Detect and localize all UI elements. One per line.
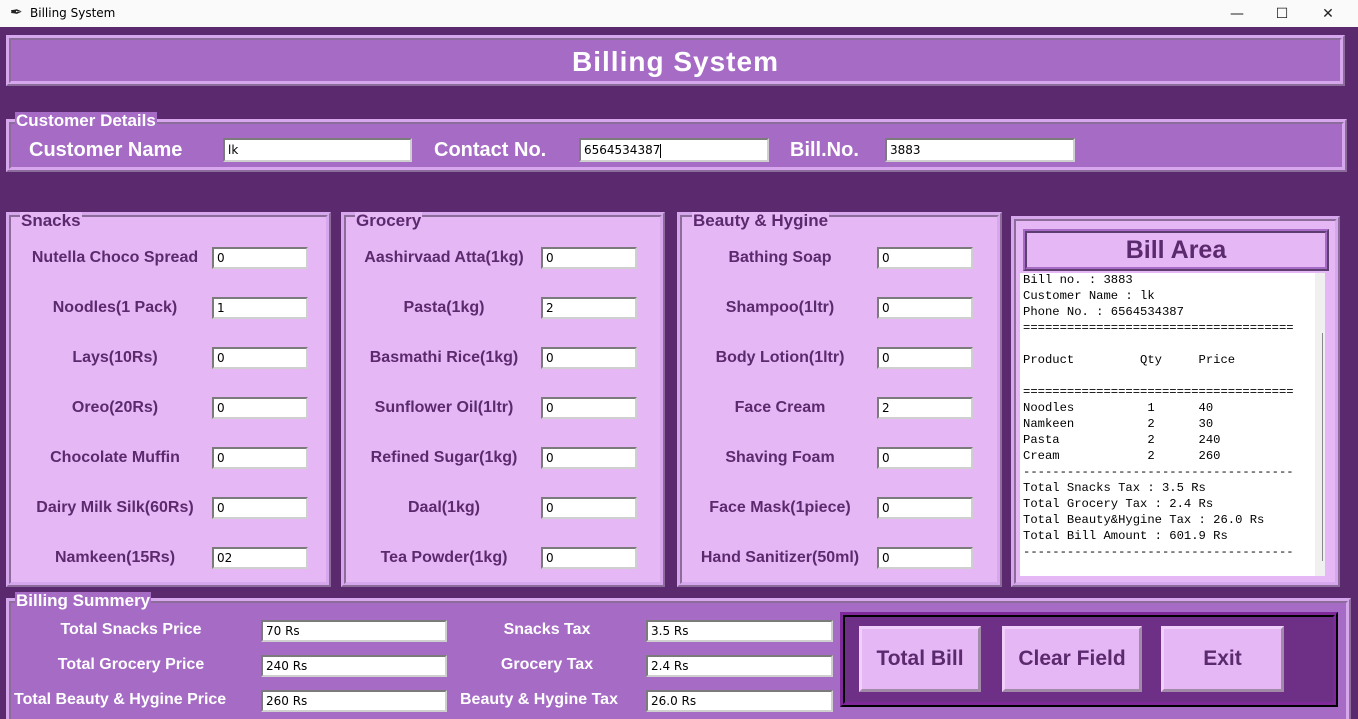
bill-area-title: Bill Area bbox=[1023, 229, 1329, 271]
exit-button[interactable]: Exit bbox=[1161, 626, 1284, 692]
beauty-tax-label: Beauty & Hygine Tax bbox=[460, 691, 618, 708]
bill-no-input[interactable]: 3883 bbox=[885, 138, 1075, 162]
beauty-qty-input[interactable]: 2 bbox=[877, 397, 973, 419]
grocery-qty-input[interactable]: 0 bbox=[541, 547, 637, 569]
snacks-qty-input[interactable]: 02 bbox=[212, 547, 308, 569]
grocery-legend: Grocery bbox=[355, 211, 423, 230]
beauty-qty-input[interactable]: 0 bbox=[877, 297, 973, 319]
beauty-item-label: Face Mask(1piece) bbox=[709, 499, 851, 516]
snacks-legend: Snacks bbox=[20, 211, 82, 230]
beauty-qty-input[interactable]: 0 bbox=[877, 447, 973, 469]
snacks-item-label: Dairy Milk Silk(60Rs) bbox=[36, 499, 194, 516]
beauty-item-label: Shampoo(1ltr) bbox=[725, 299, 835, 316]
clear-field-button[interactable]: Clear Field bbox=[1002, 626, 1142, 692]
beauty-item-label: Bathing Soap bbox=[728, 249, 832, 266]
beauty-qty-input[interactable]: 0 bbox=[877, 497, 973, 519]
snacks-price-label: Total Snacks Price bbox=[60, 621, 202, 638]
beauty-qty-input[interactable]: 0 bbox=[877, 247, 973, 269]
grocery-tax-field[interactable]: 2.4 Rs bbox=[646, 655, 833, 677]
grocery-qty-input[interactable]: 0 bbox=[541, 247, 637, 269]
contact-no-value: 6564534387 bbox=[584, 143, 661, 157]
grocery-item-label: Sunflower Oil(1ltr) bbox=[374, 399, 514, 416]
beauty-qty-input[interactable]: 0 bbox=[877, 547, 973, 569]
beauty-qty-input[interactable]: 0 bbox=[877, 347, 973, 369]
snacks-tax-label: Snacks Tax bbox=[503, 621, 591, 638]
window-titlebar: ✒ Billing System — ☐ ✕ bbox=[0, 0, 1358, 27]
snacks-qty-input[interactable]: 0 bbox=[212, 447, 308, 469]
snacks-item-label: Chocolate Muffin bbox=[50, 449, 180, 466]
customer-name-label: Customer Name bbox=[29, 139, 183, 161]
feather-icon: ✒ bbox=[10, 3, 23, 21]
beauty-price-label: Total Beauty & Hygine Price bbox=[14, 691, 227, 708]
close-button[interactable]: ✕ bbox=[1305, 0, 1351, 27]
bill-textarea[interactable]: Bill no. : 3883 Customer Name : lk Phone… bbox=[1020, 273, 1325, 576]
bill-scrollbar-thumb[interactable] bbox=[1322, 333, 1323, 561]
beauty-item-label: Shaving Foam bbox=[725, 449, 835, 466]
grocery-qty-input[interactable]: 0 bbox=[541, 497, 637, 519]
snacks-item-label: Noodles(1 Pack) bbox=[52, 299, 178, 316]
snacks-qty-input[interactable]: 1 bbox=[212, 297, 308, 319]
bill-no-label: Bill.No. bbox=[790, 139, 859, 161]
window-title: Billing System bbox=[30, 6, 116, 20]
grocery-price-field[interactable]: 240 Rs bbox=[261, 655, 447, 677]
beauty-item-label: Body Lotion(1ltr) bbox=[715, 349, 845, 366]
snacks-tax-field[interactable]: 3.5 Rs bbox=[646, 620, 833, 642]
snacks-item-label: Namkeen(15Rs) bbox=[54, 549, 176, 566]
contact-no-input[interactable]: 6564534387 bbox=[579, 138, 769, 162]
total-bill-button[interactable]: Total Bill bbox=[859, 626, 981, 692]
grocery-qty-input[interactable]: 0 bbox=[541, 397, 637, 419]
grocery-price-label: Total Grocery Price bbox=[57, 656, 205, 673]
app-header: Billing System bbox=[6, 35, 1345, 86]
grocery-item-label: Basmathi Rice(1kg) bbox=[369, 349, 519, 366]
snacks-qty-input[interactable]: 0 bbox=[212, 347, 308, 369]
beauty-legend: Beauty & Hygine bbox=[692, 211, 830, 230]
grocery-item-label: Refined Sugar(1kg) bbox=[370, 449, 518, 466]
minimize-button[interactable]: — bbox=[1214, 0, 1260, 27]
bill-scrollbar[interactable] bbox=[1315, 273, 1325, 576]
grocery-tax-label: Grocery Tax bbox=[500, 656, 594, 673]
app-title: Billing System bbox=[572, 46, 779, 77]
maximize-button[interactable]: ☐ bbox=[1259, 0, 1305, 27]
customer-name-input[interactable]: lk bbox=[223, 138, 412, 162]
text-caret bbox=[660, 143, 662, 158]
beauty-item-label: Face Cream bbox=[734, 399, 826, 416]
grocery-item-label: Tea Powder(1kg) bbox=[380, 549, 508, 566]
snacks-price-field[interactable]: 70 Rs bbox=[261, 620, 447, 642]
snacks-qty-input[interactable]: 0 bbox=[212, 247, 308, 269]
grocery-item-label: Aashirvaad Atta(1kg) bbox=[364, 249, 524, 266]
snacks-qty-input[interactable]: 0 bbox=[212, 497, 308, 519]
snacks-item-label: Nutella Choco Spread bbox=[31, 249, 199, 266]
grocery-qty-input[interactable]: 0 bbox=[541, 347, 637, 369]
grocery-qty-input[interactable]: 2 bbox=[541, 297, 637, 319]
beauty-item-label: Hand Sanitizer(50ml) bbox=[700, 549, 860, 566]
beauty-price-field[interactable]: 260 Rs bbox=[261, 690, 447, 712]
grocery-qty-input[interactable]: 0 bbox=[541, 447, 637, 469]
grocery-item-label: Pasta(1kg) bbox=[403, 299, 485, 316]
snacks-qty-input[interactable]: 0 bbox=[212, 397, 308, 419]
bill-text: Bill no. : 3883 Customer Name : lk Phone… bbox=[1023, 273, 1294, 559]
billing-summary-legend: Billing Summery bbox=[15, 591, 152, 610]
grocery-item-label: Daal(1kg) bbox=[407, 499, 481, 516]
beauty-tax-field[interactable]: 26.0 Rs bbox=[646, 690, 833, 712]
customer-details-legend: Customer Details bbox=[15, 111, 157, 130]
contact-no-label: Contact No. bbox=[434, 139, 547, 161]
snacks-item-label: Oreo(20Rs) bbox=[71, 399, 159, 416]
snacks-item-label: Lays(10Rs) bbox=[72, 349, 158, 366]
